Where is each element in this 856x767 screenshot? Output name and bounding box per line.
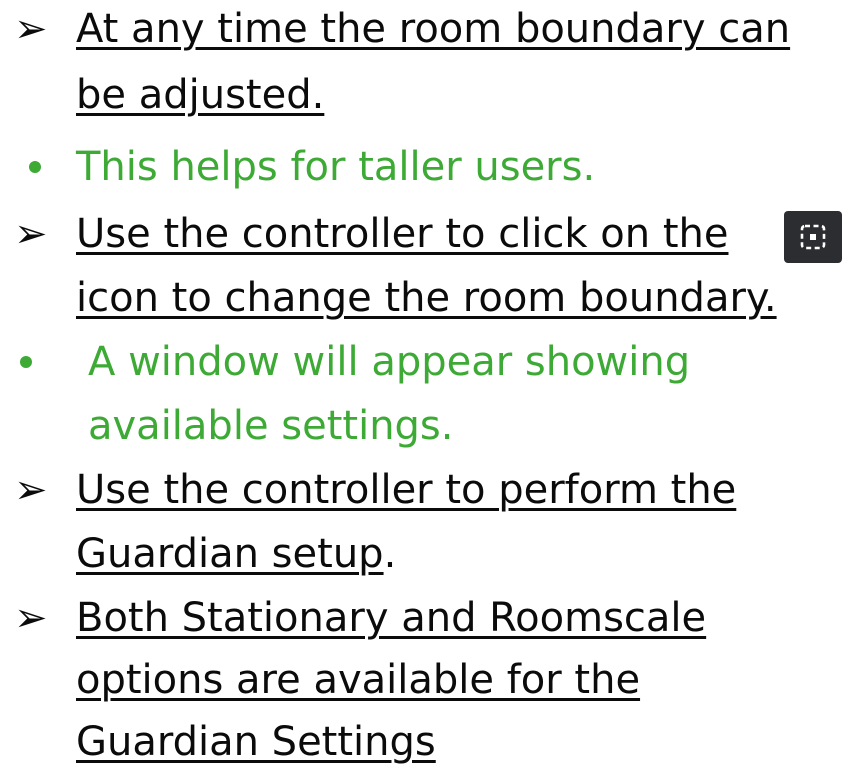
bullet-3-line-2: Guardian setup. (76, 531, 396, 577)
bullet-3-text-2: Guardian setup (76, 531, 384, 577)
bullet-3-text-2-suffix: . (383, 531, 397, 577)
bullet-4-line-2: options are available for the (76, 657, 640, 703)
arrow-bullet-icon: ➢ (14, 595, 48, 641)
bullet-3-text-1: Use the controller to perform the (76, 467, 737, 513)
bullet-4-line-1: Both Stationary and Roomscale (76, 595, 706, 641)
arrow-bullet-icon: ➢ (14, 6, 48, 52)
bullet-3-line-1: Use the controller to perform the (76, 467, 736, 513)
bullet-2-text-1: Use the controller to click on the (76, 211, 729, 257)
sub-bullet-2-line-2: available settings. (88, 403, 454, 449)
bullet-1-line-2: be adjusted. (76, 72, 324, 118)
bullet-4-text-2: options are available for the (76, 657, 641, 703)
arrow-bullet-icon: ➢ (14, 211, 48, 257)
sub-bullet-1: This helps for taller users. (76, 144, 596, 190)
bullet-1-line-1: At any time the room boundary can (76, 6, 790, 52)
bullet-4-text-3: Guardian Settings (76, 719, 436, 765)
room-boundary-icon (784, 211, 842, 263)
bullet-2-line-2: icon to change the room boundary. (76, 275, 777, 321)
bullet-4-line-3: Guardian Settings (76, 719, 436, 765)
bullet-2-line-1: Use the controller to click on the (76, 211, 728, 257)
green-bullet-dot-icon (29, 161, 41, 173)
bullet-1-text-2: be adjusted. (76, 72, 325, 118)
bullet-2-text-2: icon to change the room boundary. (76, 275, 777, 321)
sub-bullet-2-line-1: A window will appear showing (88, 339, 691, 385)
green-bullet-dot-icon (20, 356, 32, 368)
bullet-4-text-1: Both Stationary and Roomscale (76, 595, 707, 641)
bullet-1-text-1: At any time the room boundary can (76, 6, 791, 52)
arrow-bullet-icon: ➢ (14, 467, 48, 513)
room-boundary-glyph-icon (800, 224, 826, 250)
slide: ➢ At any time the room boundary can be a… (0, 0, 856, 767)
